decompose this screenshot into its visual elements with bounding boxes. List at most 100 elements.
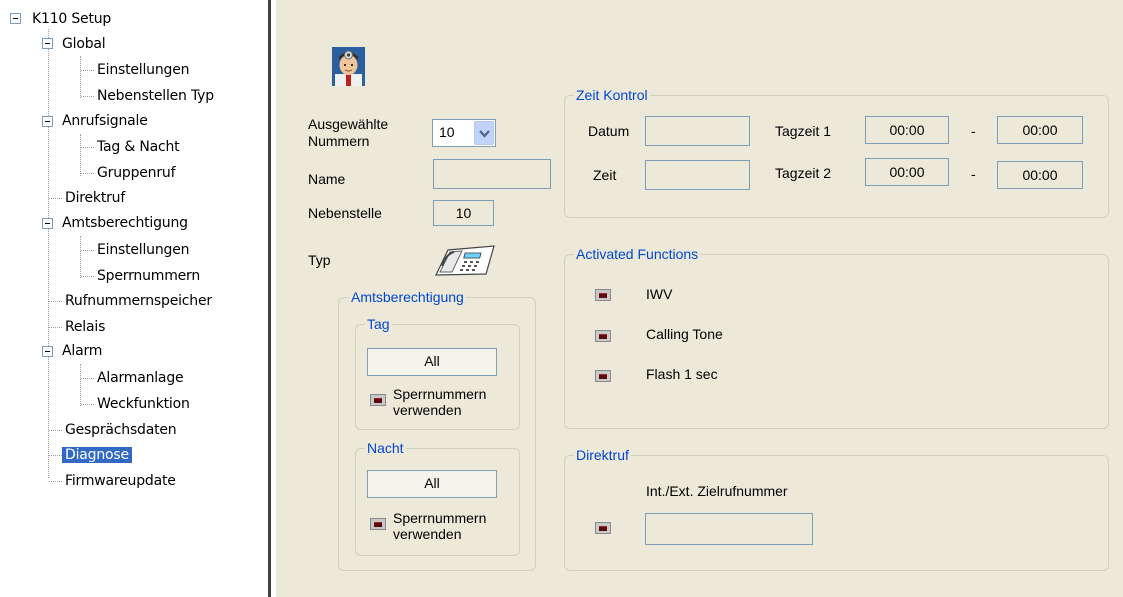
tree-item-tag-nacht[interactable]: Tag & Nacht (94, 136, 182, 158)
tag-title: Tag (365, 315, 392, 333)
tree-item-amts-einstellungen[interactable]: Einstellungen (94, 239, 192, 261)
tag-group: Tag All Sperrnummern verwenden (355, 315, 520, 430)
collapse-icon[interactable] (42, 116, 53, 127)
tree-item-alarmanlage[interactable]: Alarmanlage (94, 367, 186, 389)
tree-item-label: Amtsberechtigung (62, 215, 188, 231)
tree-item-k110-setup[interactable]: K110 Setup (29, 8, 114, 30)
splitter-handle[interactable] (262, 0, 276, 597)
calling-tone-indicator (595, 330, 611, 342)
tree-line (81, 173, 94, 174)
tree-item-sperrnummern[interactable]: Sperrnummern (94, 265, 203, 287)
tag-sperrnummern-label-line2: verwenden (393, 402, 462, 418)
nacht-group: Nacht All Sperrnummern verwenden (355, 439, 520, 556)
tree-item-rufnummernspeicher[interactable]: Rufnummernspeicher (62, 290, 215, 312)
nacht-sperrnummern-label: Sperrnummern verwenden (393, 510, 486, 542)
chevron-down-icon[interactable] (474, 121, 494, 145)
zeit-kontrol-group: Zeit Kontrol Datum Zeit Tagzeit 1 00:00 … (564, 86, 1109, 218)
tree-line (81, 147, 94, 148)
tree-item-label: K110 Setup (32, 11, 112, 27)
tree-line (80, 134, 81, 176)
tag-all-button[interactable]: All (367, 348, 497, 376)
tree-item-label: Anrufsignale (62, 113, 148, 129)
nacht-sperrnummern-label-line1: Sperrnummern (393, 510, 487, 526)
tree-item-gespraechsdaten[interactable]: Gesprächsdaten (62, 419, 179, 441)
tree-item-diagnose[interactable]: Diagnose (62, 444, 132, 466)
tree-item-label: Einstellungen (97, 62, 190, 78)
tree-item-anrufsignale[interactable]: Anrufsignale (59, 110, 151, 132)
tagzeit1-to: 00:00 (997, 116, 1083, 144)
datum-label: Datum (588, 123, 630, 139)
nacht-sperrnummern-label-line2: verwenden (393, 526, 462, 542)
collapse-icon[interactable] (42, 38, 53, 49)
tree-item-alarm[interactable]: Alarm (59, 340, 105, 362)
tree-line (49, 301, 62, 302)
tagzeit2-from: 00:00 (865, 158, 949, 186)
selected-numbers-label-text: Ausgewählte Nummern (308, 116, 389, 149)
collapse-icon[interactable] (42, 218, 53, 229)
tagzeit1-separator: - (971, 123, 976, 139)
tree-item-gruppenruf[interactable]: Gruppenruf (94, 162, 178, 184)
direktruf-indicator (595, 522, 611, 534)
zeit-label: Zeit (593, 167, 617, 183)
collapse-icon[interactable] (42, 346, 53, 357)
tag-sperrnummern-label: Sperrnummern verwenden (393, 386, 486, 418)
nacht-title: Nacht (365, 439, 406, 457)
collapse-icon[interactable] (10, 13, 21, 24)
direktruf-field-label: Int./Ext. Zielrufnummer (646, 483, 788, 499)
tree-line (48, 29, 49, 478)
tree-line (81, 96, 94, 97)
selected-numbers-value: 10 (439, 124, 455, 140)
tree-item-label: Gesprächsdaten (65, 422, 177, 438)
tag-sperrnummern-checkbox[interactable] (370, 394, 386, 406)
tree-item-label: Rufnummernspeicher (65, 293, 212, 309)
name-label: Name (308, 171, 346, 187)
tagzeit2-separator: - (971, 166, 976, 182)
zeit-field (645, 160, 750, 190)
extension-label: Nebenstelle (308, 205, 382, 221)
tree-item-label: Weckfunktion (97, 396, 190, 412)
navigation-tree: K110 Setup Global Einstellungen Nebenste… (0, 0, 262, 597)
tree-line (80, 236, 81, 278)
tagzeit1-label: Tagzeit 1 (775, 123, 832, 139)
iwv-label: IWV (646, 286, 673, 302)
extension-value: 10 (433, 200, 494, 226)
tree-item-label: Diagnose (62, 447, 132, 463)
direktruf-group: Direktruf Int./Ext. Zielrufnummer (564, 446, 1109, 571)
tree-item-label: Einstellungen (97, 242, 190, 258)
amtsberechtigung-group: Amtsberechtigung Tag All Sperrnummern ve… (338, 288, 536, 571)
amtsberechtigung-title: Amtsberechtigung (349, 288, 466, 306)
selected-numbers-label: Ausgewählte Nummern (308, 116, 420, 150)
tree-item-direktruf[interactable]: Direktruf (62, 187, 128, 209)
nacht-all-button[interactable]: All (367, 470, 497, 498)
tree-line (80, 364, 81, 406)
doctor-icon (332, 47, 365, 86)
tree-line (81, 250, 94, 251)
tree-item-firmwareupdate[interactable]: Firmwareupdate (62, 470, 179, 492)
tree-item-label: Alarm (62, 343, 103, 359)
tree-item-label: Tag & Nacht (97, 139, 180, 155)
telephone-icon (434, 242, 499, 278)
tree-line (49, 327, 62, 328)
tree-item-label: Direktruf (65, 190, 126, 206)
tagzeit1-from: 00:00 (865, 116, 949, 144)
flash-indicator (595, 370, 611, 382)
tree-line (81, 276, 94, 277)
tree-item-global-einstellungen[interactable]: Einstellungen (94, 59, 192, 81)
tag-sperrnummern-label-line1: Sperrnummern (393, 386, 487, 402)
tree-item-weckfunktion[interactable]: Weckfunktion (94, 393, 193, 415)
tree-line (49, 430, 62, 431)
activated-functions-group: Activated Functions IWV Calling Tone Fla… (564, 245, 1109, 429)
name-field[interactable] (433, 159, 551, 189)
tree-item-relais[interactable]: Relais (62, 316, 108, 338)
tree-item-global[interactable]: Global (59, 33, 108, 55)
calling-tone-label: Calling Tone (646, 326, 723, 342)
tree-item-nebenstellen-typ[interactable]: Nebenstellen Typ (94, 85, 217, 107)
iwv-indicator (595, 289, 611, 301)
tree-line (80, 56, 81, 98)
selected-numbers-select[interactable]: 10 (432, 119, 496, 147)
tree-line (49, 481, 62, 482)
tree-item-amtsberechtigung[interactable]: Amtsberechtigung (59, 212, 191, 234)
tree-item-label: Sperrnummern (97, 268, 201, 284)
datum-field (645, 116, 750, 146)
nacht-sperrnummern-checkbox[interactable] (370, 518, 386, 530)
